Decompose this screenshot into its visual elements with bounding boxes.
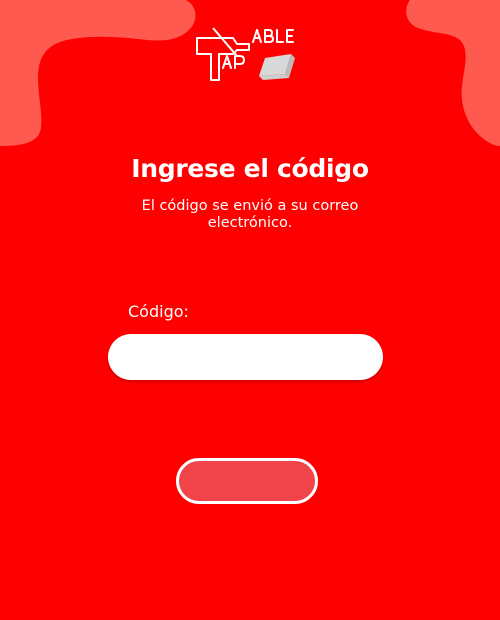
logo-t-icon — [196, 27, 250, 81]
decorative-blob-left — [0, 0, 196, 146]
decorative-blob-right — [406, 0, 500, 146]
page-subtitle: El código se envió a su correo electróni… — [141, 198, 359, 231]
verification-screen: Ingrese el código El código se envió a s… — [0, 0, 500, 620]
code-input[interactable] — [108, 334, 383, 380]
table-tap-logo — [193, 24, 301, 84]
logo-tile-icon — [259, 54, 295, 80]
page-title: Ingrese el código — [131, 154, 369, 183]
code-label: Código: — [128, 302, 189, 321]
submit-button[interactable] — [176, 458, 318, 504]
